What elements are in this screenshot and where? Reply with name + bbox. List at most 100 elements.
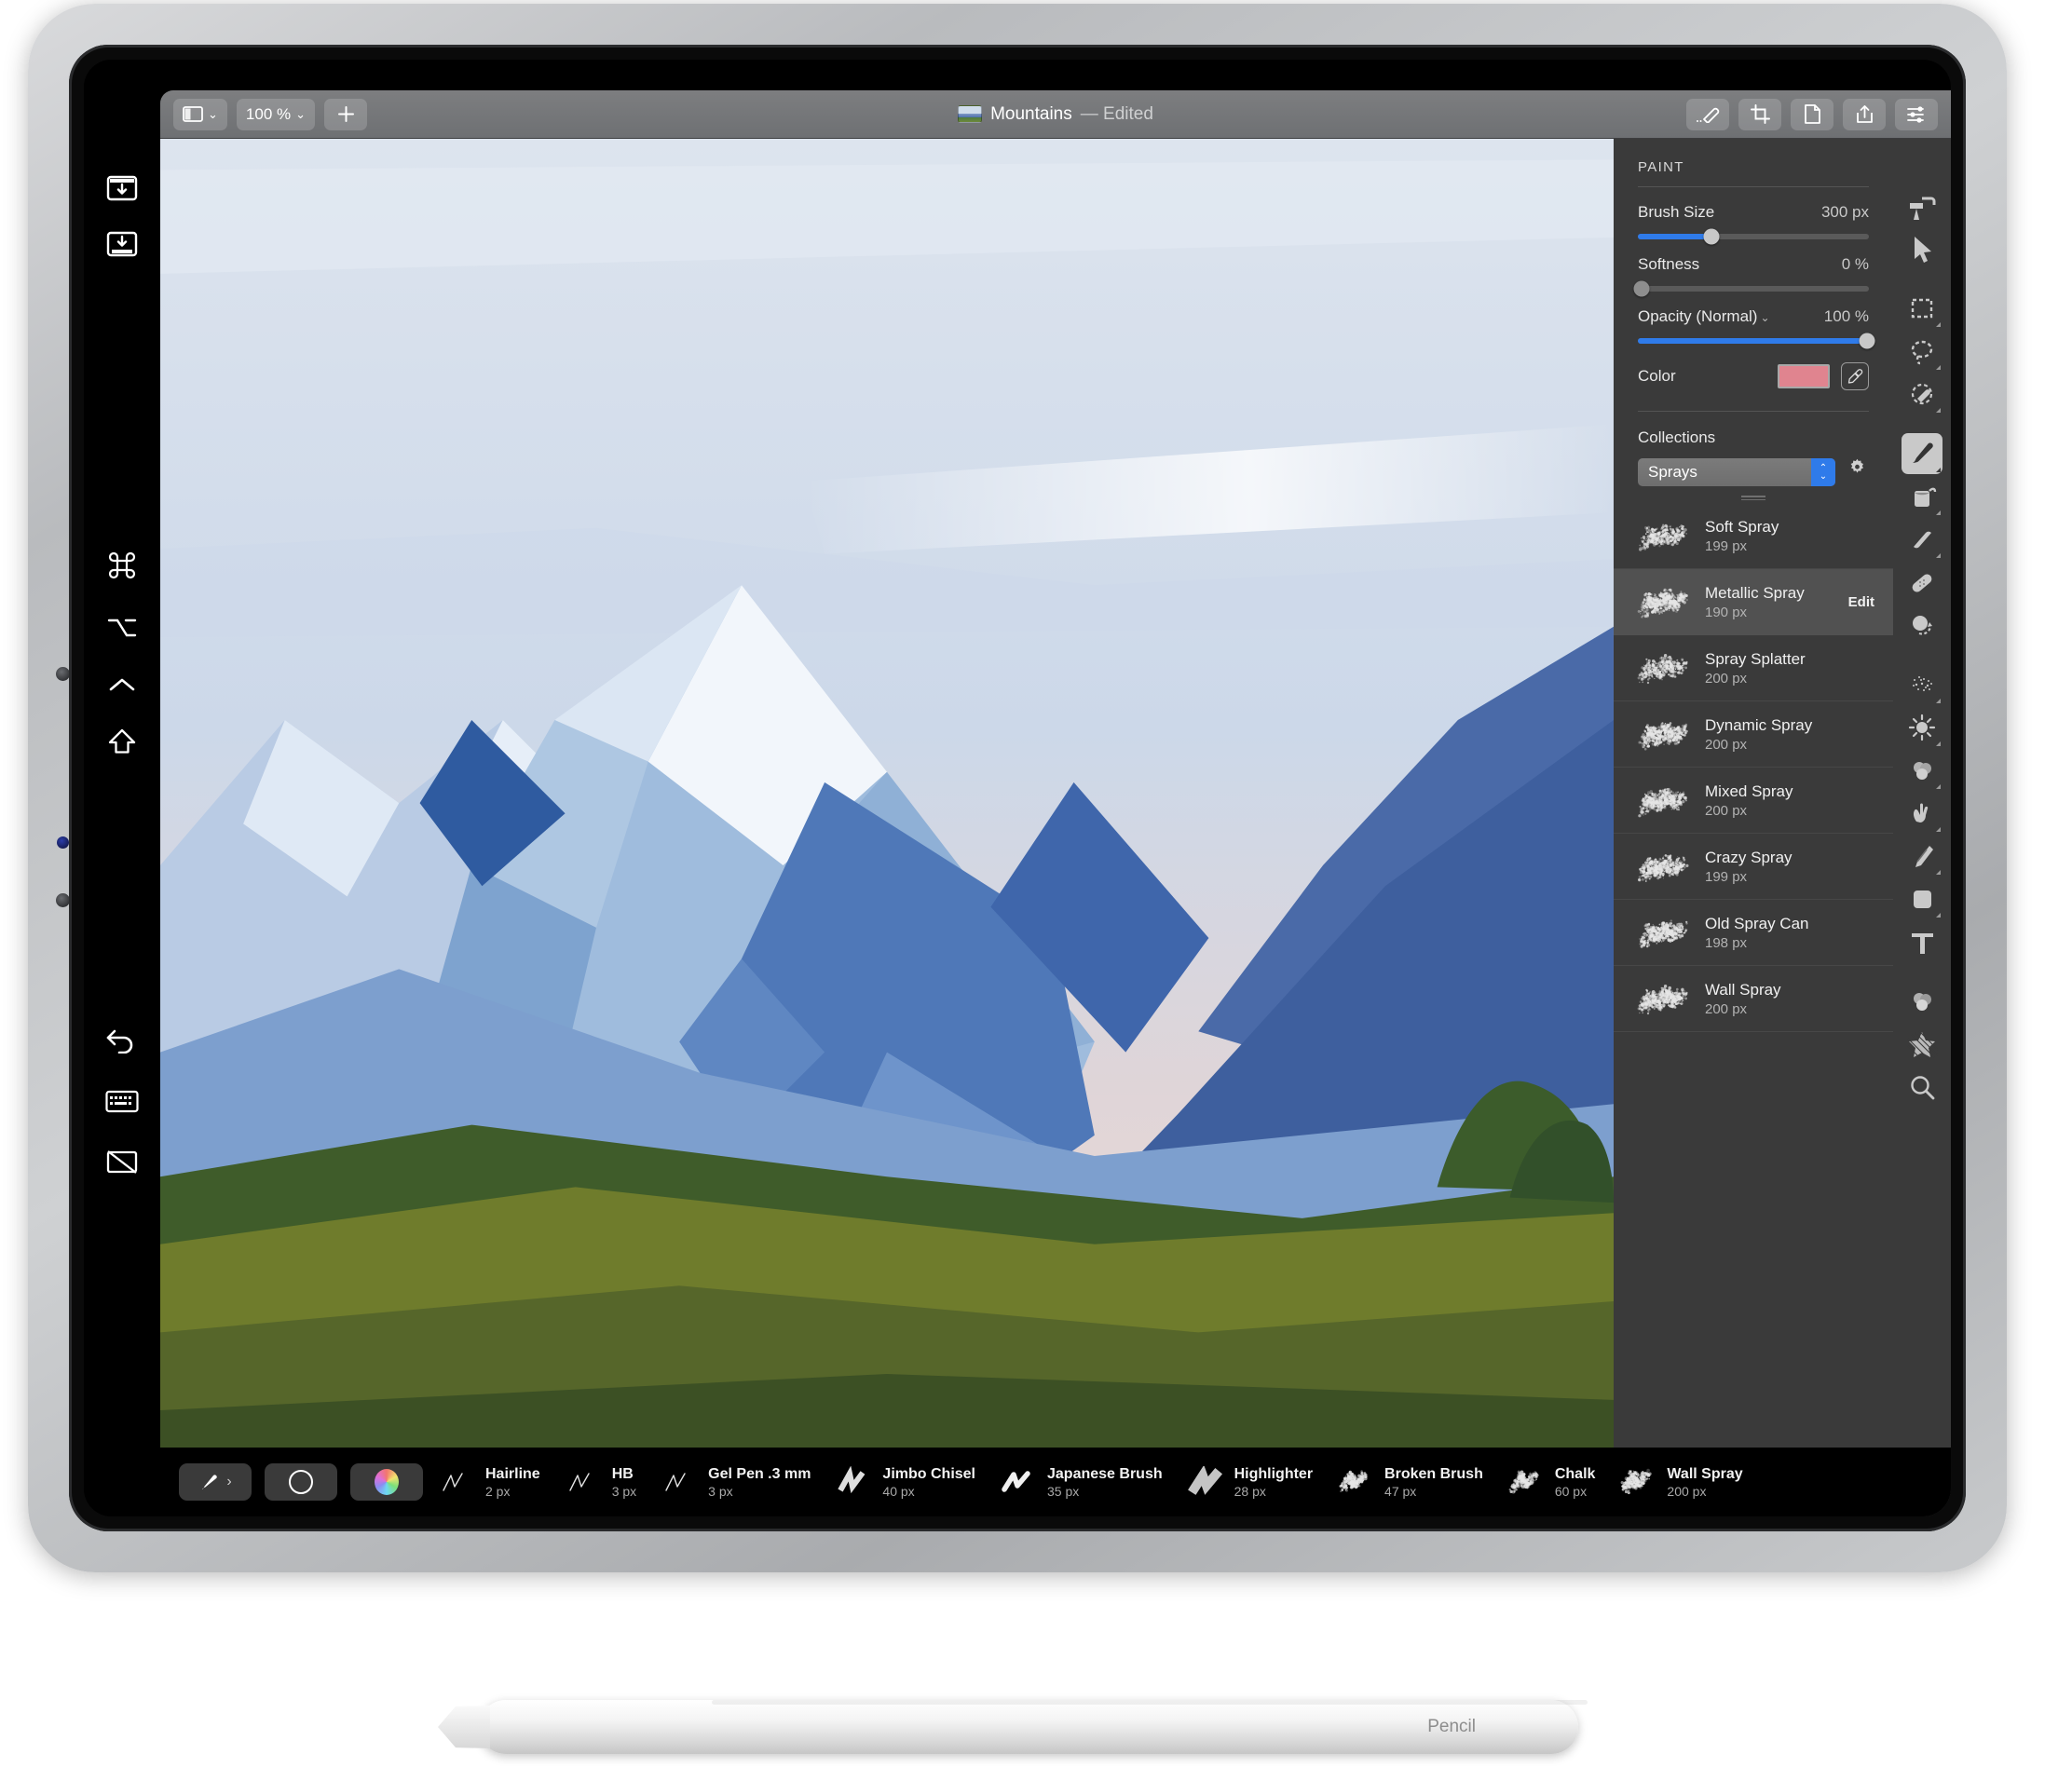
- zoom-magnifier-icon[interactable]: [1902, 1067, 1942, 1108]
- collections-select[interactable]: Sprays ⌃ ⌄: [1638, 458, 1835, 486]
- opacity-label[interactable]: Opacity (Normal) ⌄: [1638, 307, 1770, 326]
- crop-button[interactable]: [1738, 98, 1781, 130]
- tool-rail: [1893, 139, 1951, 1516]
- brush-list-item[interactable]: Metallic Spray 190 px Edit: [1614, 569, 1893, 635]
- stepper-icon[interactable]: ⌃ ⌄: [1811, 458, 1835, 486]
- brush-list-item[interactable]: Wall Spray 200 px: [1614, 966, 1893, 1032]
- pointer-icon[interactable]: [1902, 228, 1942, 269]
- command-icon[interactable]: [101, 547, 143, 584]
- indicator-dot: [57, 836, 69, 849]
- pinch-liquify-icon[interactable]: [1902, 793, 1942, 834]
- brush-size: 3 px: [708, 1483, 733, 1499]
- brush-shape-button[interactable]: [265, 1463, 337, 1501]
- window-download-icon[interactable]: [101, 170, 143, 207]
- ipad-device-body: ⌄ 100 % ⌄ Mountains — Edited PAINT Brush…: [28, 4, 2007, 1572]
- shift-icon[interactable]: [101, 724, 143, 761]
- submenu-indicator: [1936, 553, 1941, 558]
- bottom-brush-item[interactable]: Broken Brush 47 px: [1335, 1466, 1483, 1499]
- bottom-brush-item[interactable]: Highlighter 28 px: [1185, 1464, 1313, 1499]
- opacity-slider[interactable]: [1638, 333, 1875, 349]
- option-icon[interactable]: [101, 609, 143, 646]
- rect-select-icon[interactable]: [1902, 288, 1942, 329]
- share-button[interactable]: [1843, 98, 1886, 130]
- add-button[interactable]: [324, 98, 368, 130]
- brush-picker-button[interactable]: ›: [179, 1463, 252, 1501]
- color-mix-icon[interactable]: [1902, 981, 1942, 1022]
- color-wheel-button[interactable]: [350, 1463, 423, 1501]
- slider-fill: [1638, 234, 1712, 239]
- brush-list-item[interactable]: Dynamic Spray 200 px: [1614, 701, 1893, 768]
- shape-icon[interactable]: [1902, 878, 1942, 919]
- brush-stroke-thumbnail: [1185, 1464, 1226, 1498]
- lasso-select-icon[interactable]: [1902, 331, 1942, 372]
- noise-icon[interactable]: [1902, 664, 1942, 705]
- paint-roller-icon[interactable]: [1902, 185, 1942, 226]
- blur-smudge-icon[interactable]: [1902, 750, 1942, 791]
- control-icon[interactable]: [101, 667, 143, 704]
- brush-name: Metallic Spray: [1705, 583, 1805, 602]
- paint-bucket-icon[interactable]: [1902, 476, 1942, 517]
- editor-window: ⌄ 100 % ⌄ Mountains — Edited PAINT Brush…: [160, 90, 1951, 1516]
- brush-list-item[interactable]: Mixed Spray 200 px: [1614, 768, 1893, 834]
- bottom-brush-item[interactable]: Chalk 60 px: [1506, 1466, 1595, 1499]
- brush-collection-list[interactable]: Soft Spray 199 px Metallic Spray 190 px Edit…: [1614, 503, 1893, 1516]
- undo-icon[interactable]: [101, 1021, 143, 1058]
- keyboard-icon[interactable]: [101, 1082, 143, 1120]
- brush-list-item[interactable]: Soft Spray 199 px: [1614, 503, 1893, 569]
- gear-icon[interactable]: [1845, 455, 1869, 479]
- bottom-brush-item[interactable]: Hairline 2 px: [436, 1466, 540, 1499]
- bandage-retouch-icon[interactable]: [1902, 562, 1942, 603]
- pencil-body: Pencil: [479, 1700, 1588, 1754]
- document-button[interactable]: [1791, 98, 1833, 130]
- zoom-level-button[interactable]: 100 % ⌄: [236, 98, 316, 130]
- brush-list-item[interactable]: Crazy Spray 199 px: [1614, 834, 1893, 900]
- slider-knob[interactable]: [1859, 333, 1875, 349]
- brush-list-item[interactable]: Spray Splatter 200 px: [1614, 635, 1893, 701]
- document-thumbnail-icon: [958, 105, 983, 123]
- brush-list-item[interactable]: Old Spray Can 198 px: [1614, 900, 1893, 966]
- brush-size: 40 px: [882, 1483, 915, 1499]
- slider-knob[interactable]: [1703, 228, 1720, 245]
- softness-slider[interactable]: [1633, 280, 1869, 297]
- color-swatch[interactable]: [1778, 364, 1830, 388]
- canvas-area[interactable]: [160, 139, 1614, 1516]
- clone-stamp-icon[interactable]: [1902, 605, 1942, 646]
- pencil-label: Pencil: [1424, 1717, 1476, 1737]
- brush-size-slider[interactable]: [1638, 228, 1869, 245]
- circle-icon: [289, 1470, 313, 1494]
- screen-off-icon[interactable]: [101, 1143, 143, 1180]
- bottom-brush-item[interactable]: Wall Spray 200 px: [1617, 1466, 1743, 1499]
- brush-size: 28 px: [1234, 1483, 1266, 1499]
- text-icon[interactable]: [1902, 921, 1942, 962]
- panel-grabber[interactable]: [1741, 496, 1765, 503]
- bottom-brush-item[interactable]: Japanese Brush 35 px: [998, 1466, 1163, 1499]
- brush-size: 2 px: [485, 1483, 511, 1499]
- submenu-indicator: [1936, 870, 1941, 875]
- divider: [1638, 411, 1869, 412]
- bottom-brush-item[interactable]: Jimbo Chisel 40 px: [833, 1466, 975, 1499]
- dock-download-icon[interactable]: [101, 225, 143, 263]
- brush-stroke-thumbnail: [998, 1466, 1039, 1498]
- bottom-brush-item[interactable]: HB 3 px: [563, 1466, 636, 1499]
- pen-path-icon[interactable]: [1902, 836, 1942, 877]
- gradient-hatch-icon[interactable]: [1902, 1024, 1942, 1065]
- brush-edit-button[interactable]: Edit: [1848, 594, 1874, 610]
- paintbrush-icon[interactable]: [1902, 433, 1942, 474]
- bottom-brush-item[interactable]: Gel Pen .3 mm 3 px: [659, 1466, 811, 1499]
- document-edited-label: — Edited: [1080, 103, 1153, 124]
- magic-wand-select-icon[interactable]: [1902, 374, 1942, 415]
- brush-name: Broken Brush: [1384, 1465, 1483, 1482]
- submenu-indicator: [1936, 408, 1941, 413]
- eraser-icon[interactable]: [1902, 519, 1942, 560]
- markup-button[interactable]: [1686, 98, 1729, 130]
- brush-name: Mixed Spray: [1705, 782, 1793, 800]
- adjustments-button[interactable]: [1895, 98, 1938, 130]
- chevron-down-icon: ⌄: [208, 107, 218, 121]
- slider-knob[interactable]: [1633, 280, 1650, 297]
- submenu-indicator: [1936, 322, 1941, 327]
- pencil-label-text: Pencil: [1427, 1717, 1476, 1736]
- eyedropper-icon[interactable]: [1841, 362, 1869, 390]
- brush-size: 199 px: [1705, 868, 1748, 885]
- sidebar-toggle-button[interactable]: ⌄: [173, 98, 227, 130]
- dodge-burn-icon[interactable]: [1902, 707, 1942, 748]
